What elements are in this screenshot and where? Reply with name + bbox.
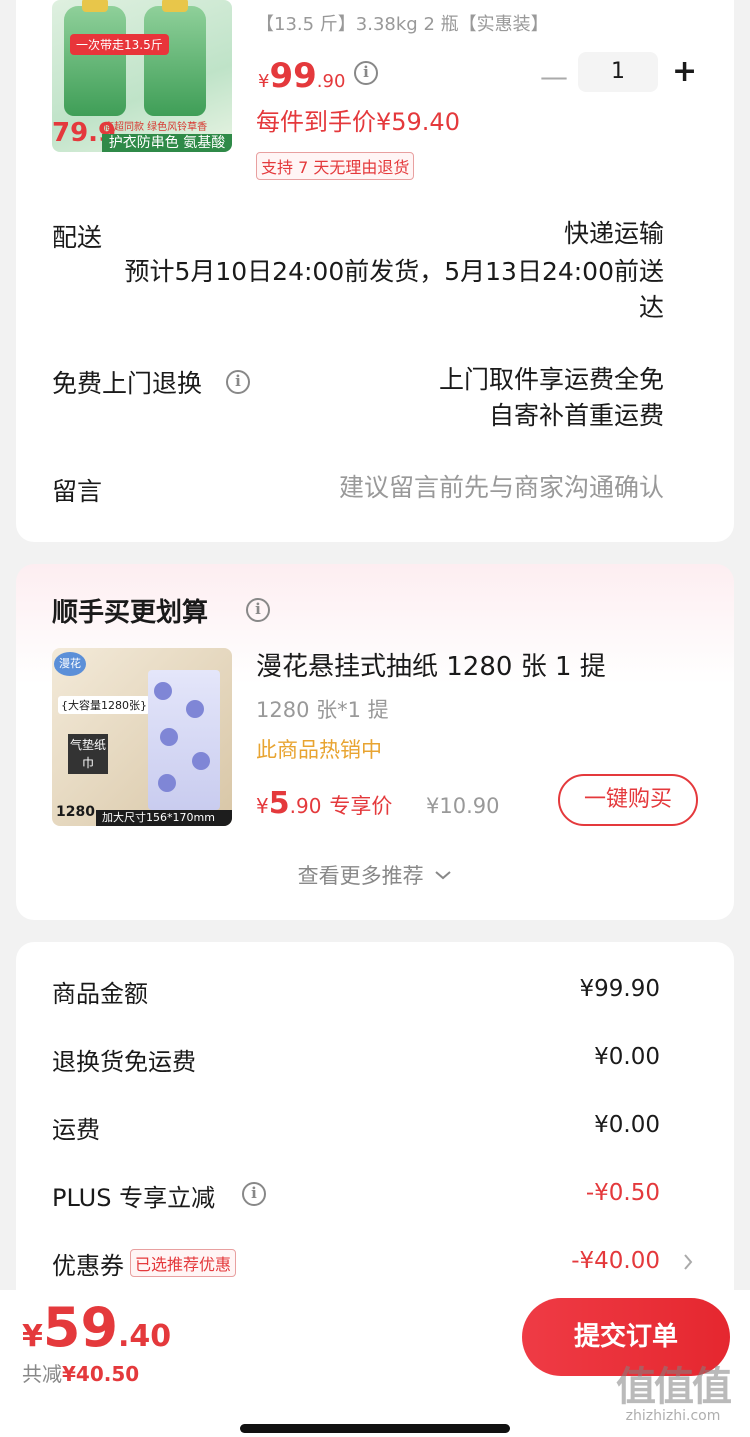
summary-value: ¥0.00 (594, 1112, 660, 1138)
view-more-label: 查看更多推荐 (297, 864, 424, 888)
total-saved: 共减¥40.50 (22, 1358, 139, 1387)
total-integer: 59 (42, 1296, 119, 1359)
watermark: 值值值 zhizhizhi.com (598, 1354, 748, 1424)
saved-label: 共减 (22, 1362, 62, 1386)
message-input[interactable]: 建议留言前先与商家沟通确认 (339, 470, 664, 506)
delivery-estimate-cont: 达 (638, 293, 664, 322)
currency-symbol: ¥ (256, 794, 269, 818)
product-price: ¥99.90 (258, 56, 345, 96)
image-caption: 商超同款 绿色风铃草香 (104, 122, 208, 133)
summary-label: 商品金额 (52, 980, 148, 1008)
view-more-link[interactable]: 查看更多推荐 (0, 860, 750, 890)
quantity-field[interactable]: 1 (578, 52, 658, 92)
info-icon[interactable]: i (246, 598, 270, 622)
saved-value: ¥40.50 (62, 1362, 140, 1386)
currency-symbol: ¥ (22, 1319, 43, 1354)
coupon-value[interactable]: -¥40.00 (571, 1248, 660, 1274)
summary-value: ¥0.00 (594, 1044, 660, 1070)
summary-label: PLUS 专享立减 (52, 1184, 216, 1212)
addon-price: ¥5.90 专享价 (256, 786, 392, 821)
free-return-line2: 自寄补首重运费 (488, 401, 664, 430)
free-return-label: 免费上门退换 (52, 369, 203, 398)
delivery-estimate: 预计5月10日24:00前发货，5月13日24:00前送 (124, 257, 664, 286)
total-decimal: .40 (118, 1319, 172, 1354)
info-icon[interactable]: i (242, 1182, 266, 1206)
tissue-pack-graphic (148, 670, 220, 810)
image-tag: {大容量1280张} (58, 696, 150, 714)
summary-value: -¥0.50 (585, 1180, 660, 1206)
decrease-quantity-button[interactable]: — (540, 60, 568, 93)
addon-product-spec: 1280 张*1 提 (256, 698, 389, 722)
image-strip: 护衣防串色 氨基酸 (102, 134, 232, 152)
original-price: ¥10.90 (426, 794, 500, 818)
image-strip: 加大尺寸156*170mm (96, 810, 232, 826)
info-icon[interactable]: i (354, 61, 378, 85)
image-label: 气垫纸巾 (68, 734, 108, 774)
product-spec: 【13.5 斤】3.38kg 2 瓶【实惠装】 (256, 14, 549, 35)
addon-title: 顺手买更划算 (52, 598, 209, 628)
delivery-method[interactable]: 快递运输 (564, 216, 664, 252)
summary-label: 优惠券 (52, 1252, 124, 1280)
one-click-buy-button[interactable]: 一键购买 (558, 774, 698, 826)
price-label: 专享价 (329, 794, 393, 818)
addon-product-image[interactable]: 漫花 {大容量1280张} 气垫纸巾 1280 加大尺寸156*170mm (52, 648, 232, 826)
free-return-line1: 上门取件享运费全免 (438, 365, 664, 394)
home-indicator[interactable] (240, 1424, 510, 1433)
message-label: 留言 (52, 477, 103, 506)
addon-hot-label: 此商品热销中 (256, 738, 382, 762)
bottle-graphic (144, 0, 206, 116)
order-page: 一次带走13.5斤 商超同款 绿色风铃草香 79.9 护衣防串色 氨基酸 【13… (0, 0, 750, 1437)
coupon-badge: 已选推荐优惠 (130, 1249, 237, 1277)
price-decimal: .90 (316, 71, 346, 92)
info-icon[interactable]: i (226, 370, 250, 394)
price-integer: 99 (269, 56, 317, 96)
chevron-down-icon (435, 871, 451, 880)
price-integer: 5 (268, 786, 290, 821)
product-image[interactable]: 一次带走13.5斤 商超同款 绿色风铃草香 79.9 护衣防串色 氨基酸 (52, 0, 232, 152)
price-decimal: .90 (289, 794, 322, 818)
summary-value: ¥99.90 (579, 976, 660, 1002)
delivery-label: 配送 (52, 223, 103, 252)
per-item-price: 每件到手价¥59.40 (256, 108, 460, 136)
brand-logo: 漫花 (54, 652, 86, 676)
bottle-graphic (64, 0, 126, 116)
image-tag: 一次带走13.5斤 (70, 34, 169, 55)
total-price: ¥59.40 (22, 1296, 171, 1359)
summary-label: 退换货免运费 (52, 1048, 196, 1076)
watermark-mark: 值值值 (616, 1364, 732, 1410)
summary-label: 运费 (52, 1116, 100, 1144)
coupon-row[interactable]: 优惠券 已选推荐优惠 (52, 1246, 237, 1281)
currency-symbol: ¥ (258, 71, 270, 92)
image-count: 1280 (56, 804, 95, 820)
chevron-right-icon[interactable] (682, 1252, 694, 1272)
increase-quantity-button[interactable]: + (672, 54, 697, 89)
return-policy-badge: 支持 7 天无理由退货 (256, 152, 415, 180)
addon-product-name[interactable]: 漫花悬挂式抽纸 1280 张 1 提 (256, 646, 606, 683)
